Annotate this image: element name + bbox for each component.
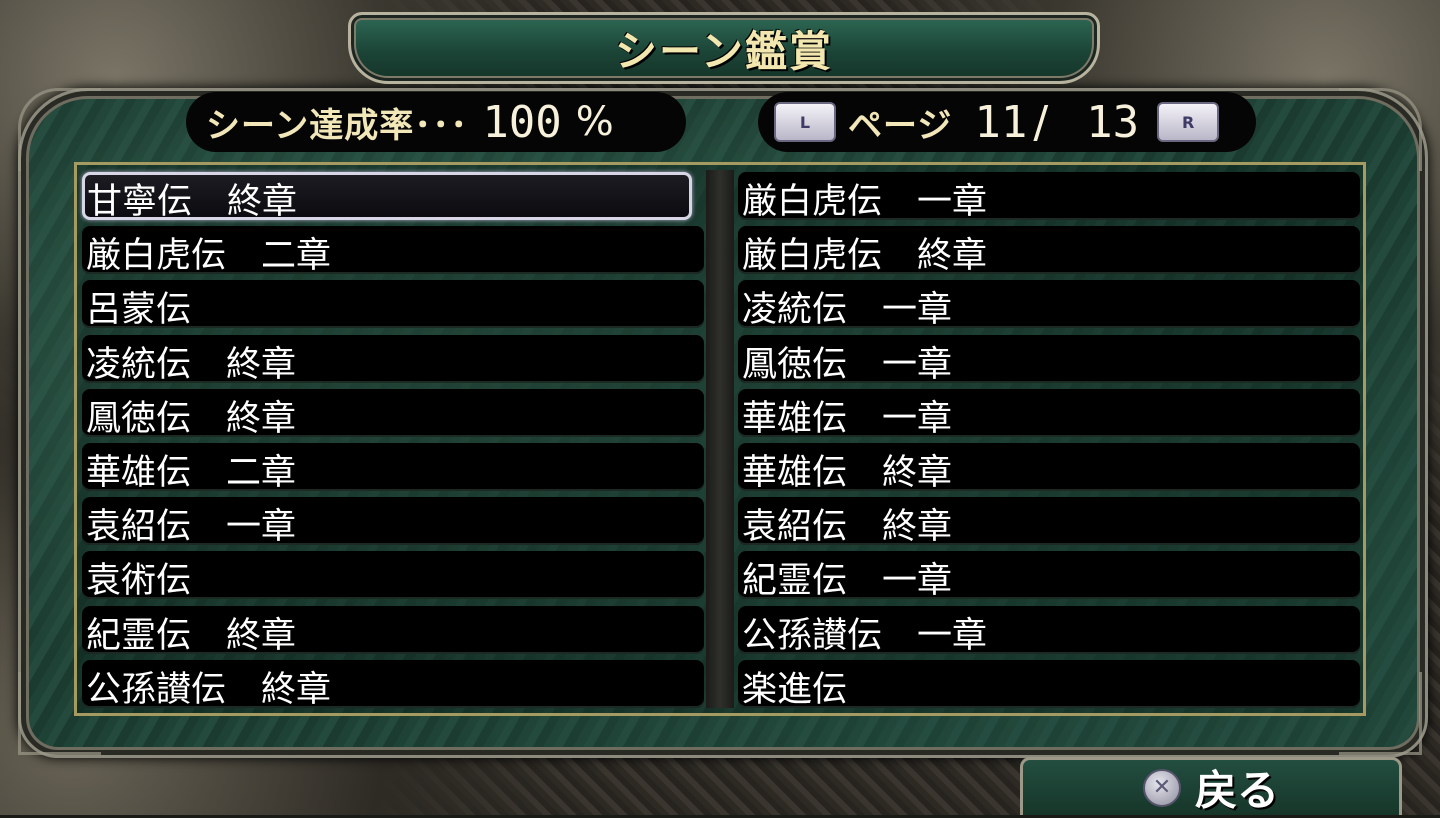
frame-corner-ornament [18, 88, 101, 171]
page-label: ページ [848, 105, 953, 146]
scene-item[interactable]: 紀霊伝 終章 [82, 605, 704, 656]
scene-item[interactable]: 袁紹伝 一章 [82, 497, 704, 547]
l-button-prev-page[interactable]: L [774, 102, 836, 142]
scene-item[interactable]: 紀霊伝 一章 [738, 551, 1360, 601]
scene-item[interactable]: 厳白虎伝 二章 [82, 226, 704, 276]
back-label: 戻る [1194, 766, 1279, 815]
scene-item[interactable]: 凌統伝 一章 [738, 280, 1360, 330]
total-pages: 13 [1086, 96, 1140, 148]
title-plate: シーン鑑賞 [348, 12, 1100, 84]
completion-rate-value: 100 [482, 96, 562, 148]
page-separator: / [1033, 96, 1049, 148]
pagination-panel: L ページ 11 / 13 R [758, 92, 1256, 152]
completion-rate-label: シーン達成率･･･ [206, 105, 469, 146]
scene-item[interactable]: 凌統伝 終章 [82, 334, 704, 385]
r-button-next-page[interactable]: R [1157, 102, 1220, 142]
scene-item[interactable]: 鳳徳伝 一章 [738, 334, 1360, 385]
scene-item[interactable]: 鳳徳伝 終章 [82, 388, 704, 439]
scene-list-left: 甘寧伝 終章 厳白虎伝 二章 呂蒙伝 凌統伝 終章 鳳徳伝 終章 華雄伝 二章 … [82, 172, 704, 714]
screen-title: シーン鑑賞 [615, 26, 833, 76]
scene-item-selected[interactable]: 甘寧伝 終章 [82, 172, 692, 222]
scene-item[interactable]: 袁術伝 [82, 551, 704, 601]
scene-list-right: 厳白虎伝 一章 厳白虎伝 終章 凌統伝 一章 鳳徳伝 一章 華雄伝 一章 華雄伝… [738, 172, 1360, 714]
scene-item[interactable]: 華雄伝 一章 [738, 388, 1360, 439]
completion-rate-unit: % [575, 99, 614, 145]
scene-item[interactable]: 袁紹伝 終章 [738, 497, 1360, 547]
scene-item[interactable]: 公孫讃伝 終章 [82, 659, 704, 710]
scene-item[interactable]: 厳白虎伝 一章 [738, 172, 1360, 222]
scene-item[interactable]: 公孫讃伝 一章 [738, 605, 1360, 656]
back-button[interactable]: ✕ 戻る [1020, 757, 1402, 815]
column-divider [706, 170, 734, 708]
completion-rate-panel: シーン達成率･･･ 100 % [186, 92, 686, 152]
scene-item[interactable]: 華雄伝 終章 [738, 442, 1360, 493]
scene-item[interactable]: 厳白虎伝 終章 [738, 226, 1360, 276]
cross-button-icon: ✕ [1142, 768, 1181, 807]
current-page: 11 [974, 96, 1028, 148]
scene-item[interactable]: 華雄伝 二章 [82, 442, 704, 493]
frame-corner-ornament [1339, 88, 1422, 171]
scene-item[interactable]: 楽進伝 [738, 659, 1360, 710]
scene-item[interactable]: 呂蒙伝 [82, 280, 704, 330]
